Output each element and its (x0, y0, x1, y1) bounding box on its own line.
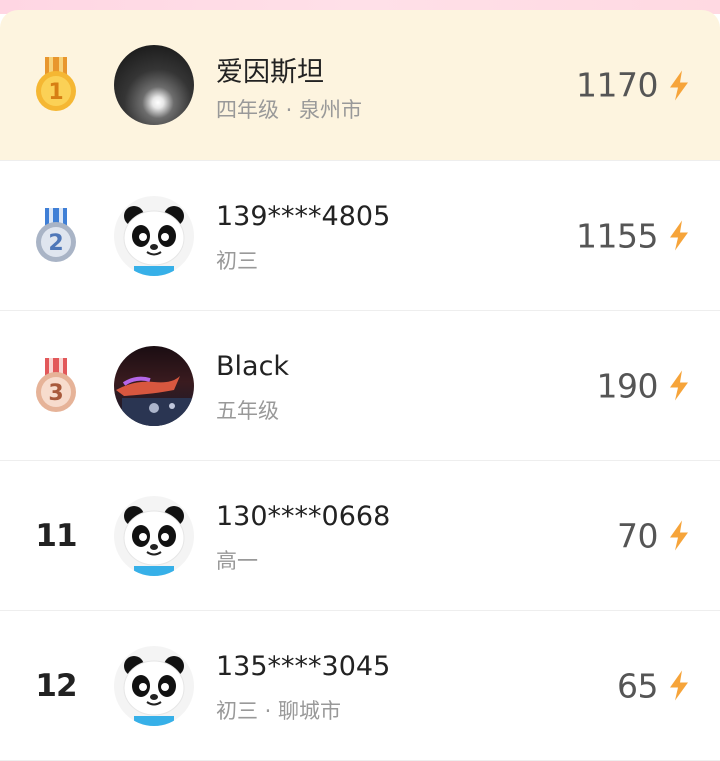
user-grade-city: 四年级 · 泉州市 (216, 98, 363, 122)
user-name: 135****3045 (216, 651, 391, 682)
silver-medal-icon: 2 (22, 207, 90, 264)
avatar[interactable] (114, 645, 194, 726)
rank-number: 11 (22, 508, 90, 564)
avatar[interactable] (114, 195, 194, 276)
rank-label: 11 (35, 517, 77, 554)
leaderboard-row[interactable]: 2 139****4805 初三 1155 (0, 161, 720, 311)
bronze-medal-icon: 3 (22, 357, 90, 414)
lightning-icon (668, 670, 690, 701)
score-group: 1170 (576, 66, 690, 105)
rank-number: 12 (22, 658, 90, 714)
score-value: 65 (617, 666, 659, 705)
lightning-icon (668, 70, 690, 100)
user-name: Black (216, 351, 290, 382)
medal-rank-label: 2 (48, 231, 63, 256)
user-grade-city: 五年级 (216, 399, 279, 423)
lightning-icon (668, 220, 690, 251)
user-grade-city: 初三 · 聊城市 (216, 699, 342, 723)
user-name: 139****4805 (216, 201, 391, 232)
score-group: 190 (597, 366, 691, 405)
user-name: 爱因斯坦 (216, 57, 324, 88)
score-group: 70 (617, 516, 690, 555)
score-value: 1170 (576, 65, 658, 105)
avatar[interactable] (114, 45, 194, 125)
gold-medal-icon: 1 (22, 57, 90, 113)
score-group: 65 (617, 666, 690, 705)
score-value: 190 (596, 366, 659, 405)
medal-rank-label: 3 (48, 381, 63, 406)
avatar[interactable] (114, 345, 194, 426)
leaderboard-list: 1 爱因斯坦 四年级 · 泉州市 1170 2 139****4805 初三 1… (0, 10, 720, 761)
user-grade-city: 初三 (216, 249, 258, 273)
score-value: 1155 (576, 216, 658, 255)
leaderboard-row[interactable]: 1 爱因斯坦 四年级 · 泉州市 1170 (0, 10, 720, 161)
medal-rank-label: 1 (48, 80, 63, 105)
user-name: 130****0668 (216, 501, 391, 532)
rank-label: 12 (35, 667, 77, 704)
avatar[interactable] (114, 495, 194, 576)
score-value: 70 (617, 516, 659, 555)
leaderboard-row[interactable]: 12 135****3045 初三 · 聊城市 65 (0, 611, 720, 761)
lightning-icon (668, 370, 690, 401)
user-grade-city: 高一 (216, 549, 258, 573)
leaderboard-row[interactable]: 3 Black 五年级 190 (0, 311, 720, 461)
lightning-icon (668, 520, 690, 551)
leaderboard-row[interactable]: 11 130****0668 高一 70 (0, 461, 720, 611)
score-group: 1155 (576, 216, 690, 255)
